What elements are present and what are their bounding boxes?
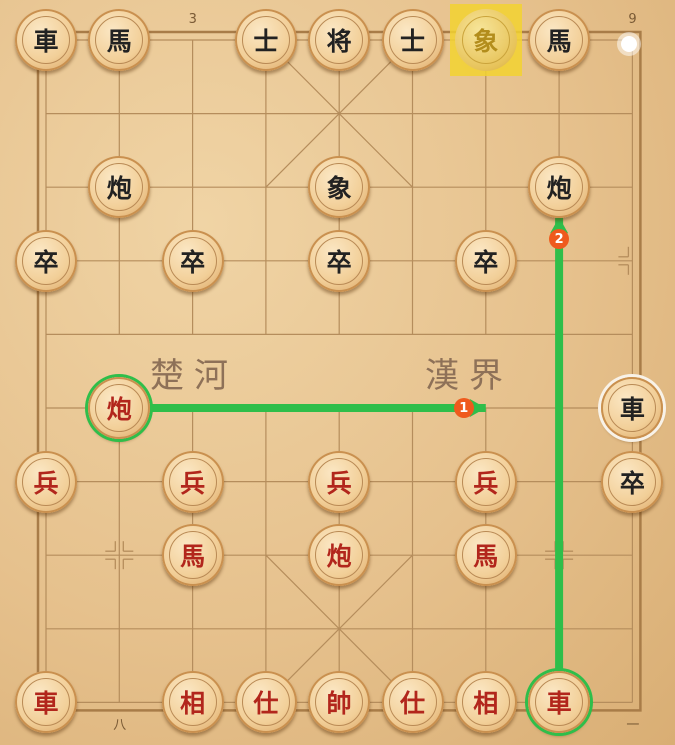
- black-general[interactable]: 将: [308, 9, 371, 71]
- piece-glyph: 仕: [241, 678, 290, 727]
- black-elephant[interactable]: 象: [454, 9, 517, 71]
- piece-glyph: 馬: [461, 531, 510, 580]
- piece-glyph: 兵: [461, 457, 510, 506]
- piece-glyph: 卒: [168, 236, 217, 285]
- black-soldier[interactable]: 卒: [454, 229, 517, 292]
- red-horse[interactable]: 馬: [161, 524, 224, 587]
- red-soldier[interactable]: 兵: [161, 450, 224, 513]
- piece-glyph: 兵: [168, 457, 217, 506]
- red-soldier[interactable]: 兵: [454, 450, 517, 513]
- column-label-top: 3: [188, 12, 197, 27]
- red-cannon[interactable]: 炮: [308, 524, 371, 587]
- piece-glyph: 象: [315, 163, 364, 212]
- red-soldier[interactable]: 兵: [308, 450, 371, 513]
- piece-glyph: 仕: [388, 678, 437, 727]
- red-soldier[interactable]: 兵: [15, 450, 77, 513]
- red-advisor[interactable]: 仕: [381, 671, 444, 734]
- piece-glyph: 兵: [315, 457, 364, 506]
- piece-glyph: 車: [535, 678, 584, 727]
- red-advisor[interactable]: 仕: [234, 671, 297, 734]
- red-horse[interactable]: 馬: [454, 524, 517, 587]
- chess-board[interactable]: 楚河 漢界 39八一 車馬士将士象馬炮象炮卒卒卒卒車卒炮兵兵兵兵馬炮馬車相仕帥仕…: [0, 0, 675, 745]
- black-horse[interactable]: 馬: [88, 9, 151, 71]
- piece-glyph: 象: [461, 16, 510, 64]
- black-chariot[interactable]: 車: [601, 377, 664, 439]
- piece-glyph: 馬: [168, 531, 217, 580]
- piece-glyph: 卒: [608, 457, 657, 506]
- black-elephant[interactable]: 象: [308, 156, 371, 219]
- red-elephant[interactable]: 相: [161, 671, 224, 734]
- piece-glyph: 車: [608, 384, 657, 432]
- piece-glyph: 士: [241, 16, 290, 64]
- black-soldier[interactable]: 卒: [161, 229, 224, 292]
- black-soldier[interactable]: 卒: [15, 229, 77, 292]
- piece-glyph: 帥: [315, 678, 364, 727]
- piece-glyph: 馬: [95, 16, 144, 64]
- piece-glyph: 相: [168, 678, 217, 727]
- piece-glyph: 士: [388, 16, 437, 64]
- piece-glyph: 炮: [315, 531, 364, 580]
- black-advisor[interactable]: 士: [234, 9, 297, 71]
- red-chariot[interactable]: 車: [15, 671, 77, 734]
- piece-glyph: 卒: [461, 236, 510, 285]
- piece-glyph: 馬: [535, 16, 584, 64]
- piece-glyph: 兵: [22, 457, 70, 506]
- piece-glyph: 炮: [95, 384, 144, 432]
- column-label-top: 9: [628, 12, 637, 27]
- column-label-bottom: 八: [113, 718, 127, 733]
- black-soldier[interactable]: 卒: [308, 229, 371, 292]
- black-cannon[interactable]: 炮: [528, 156, 591, 219]
- board-grid: [36, 30, 642, 712]
- piece-glyph: 卒: [22, 236, 70, 285]
- piece-glyph: 将: [315, 16, 364, 64]
- piece-glyph: 車: [22, 16, 70, 64]
- black-chariot[interactable]: 車: [15, 9, 77, 71]
- hint-step-badge: 1: [453, 398, 474, 418]
- turn-indicator-dot: [621, 36, 637, 52]
- piece-glyph: 炮: [535, 163, 584, 212]
- river-label-right: 漢界: [425, 356, 513, 396]
- piece-glyph: 車: [22, 678, 70, 727]
- column-label-bottom: 一: [626, 718, 640, 733]
- black-horse[interactable]: 馬: [528, 9, 591, 71]
- black-soldier[interactable]: 卒: [601, 450, 664, 513]
- black-advisor[interactable]: 士: [381, 9, 444, 71]
- red-elephant[interactable]: 相: [454, 671, 517, 734]
- piece-glyph: 卒: [315, 236, 364, 285]
- river-label-left: 楚河: [150, 356, 238, 396]
- piece-glyph: 炮: [95, 163, 144, 212]
- red-cannon[interactable]: 炮: [88, 377, 151, 439]
- piece-glyph: 相: [461, 678, 510, 727]
